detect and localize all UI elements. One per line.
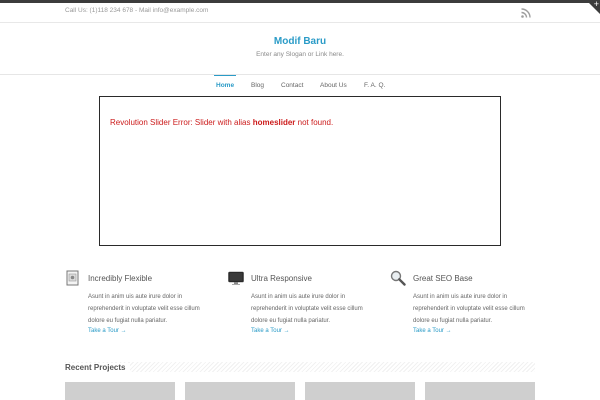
nav-item-contact[interactable]: Contact bbox=[281, 82, 303, 89]
main-nav: Home Blog Contact About Us F. A. Q. bbox=[0, 75, 600, 95]
project-thumbnail[interactable] bbox=[425, 382, 535, 400]
nav-active-indicator bbox=[214, 75, 236, 76]
top-bar: Call Us: (1)118 234 678 - Mail info@exam… bbox=[0, 3, 600, 23]
take-a-tour-link[interactable]: Take a Tour → bbox=[88, 328, 127, 334]
slider-error-message: Revolution Slider Error: Slider with ali… bbox=[110, 118, 333, 127]
slider-alias: homeslider bbox=[252, 118, 296, 127]
project-thumbnail[interactable] bbox=[305, 382, 415, 400]
feature-text: Asunt in anim uis aute irure dolor in re… bbox=[251, 294, 363, 324]
recent-projects-title: Recent Projects bbox=[65, 363, 131, 372]
recent-projects-rule bbox=[65, 362, 535, 372]
project-thumbnail[interactable] bbox=[185, 382, 295, 400]
monitor-icon bbox=[228, 271, 244, 285]
rss-icon[interactable] bbox=[521, 8, 531, 18]
site-title[interactable]: Modif Baru bbox=[0, 36, 600, 47]
feature-title: Great SEO Base bbox=[413, 274, 473, 283]
feature-title: Ultra Responsive bbox=[251, 274, 312, 283]
slider-container: Revolution Slider Error: Slider with ali… bbox=[99, 96, 501, 246]
site-header: Modif Baru Enter any Slogan or Link here… bbox=[0, 23, 600, 75]
nav-item-about-us[interactable]: About Us bbox=[320, 82, 347, 89]
document-icon bbox=[66, 270, 79, 286]
nav-item-blog[interactable]: Blog bbox=[251, 82, 264, 89]
take-a-tour-link[interactable]: Take a Tour → bbox=[413, 328, 452, 334]
slider-error-suffix: not found. bbox=[295, 118, 334, 127]
take-a-tour-link[interactable]: Take a Tour → bbox=[251, 328, 290, 334]
magnifier-icon bbox=[390, 270, 406, 286]
feature-title: Incredibly Flexible bbox=[88, 274, 153, 283]
site-slogan: Enter any Slogan or Link here. bbox=[256, 51, 344, 58]
feature-text: Asunt in anim uis aute irure dolor in re… bbox=[88, 294, 200, 324]
project-thumbnail[interactable] bbox=[65, 382, 175, 400]
nav-item-home[interactable]: Home bbox=[216, 82, 234, 89]
nav-item-faq[interactable]: F. A. Q. bbox=[364, 82, 385, 89]
contact-info: Call Us: (1)118 234 678 - Mail info@exam… bbox=[65, 7, 209, 14]
feature-text: Asunt in anim uis aute irure dolor in re… bbox=[413, 294, 525, 324]
slider-error-prefix: Revolution Slider Error: Slider with ali… bbox=[110, 118, 253, 127]
